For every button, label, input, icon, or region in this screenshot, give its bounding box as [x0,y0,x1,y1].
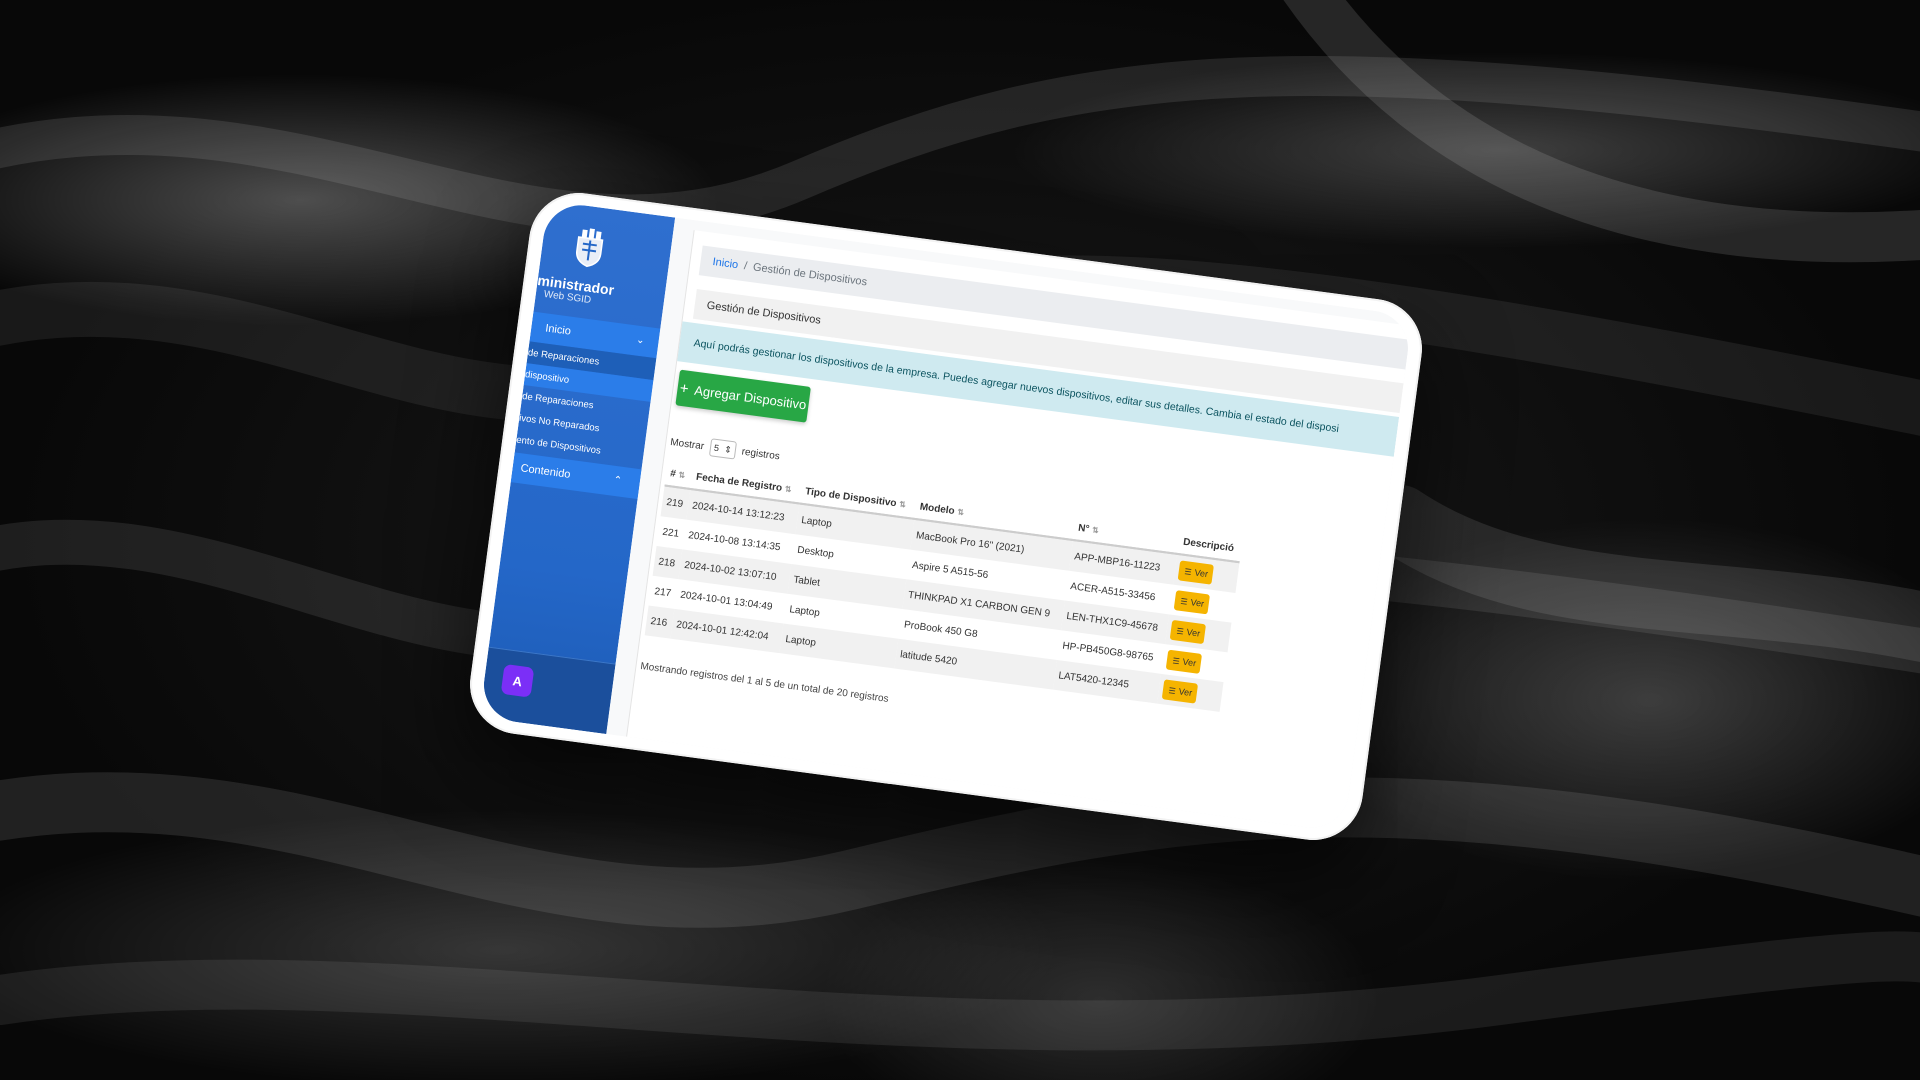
show-label: Mostrar [669,436,705,452]
view-button[interactable]: ☰ Ver [1166,649,1203,674]
plus-icon: + [678,379,690,398]
sidebar-item-label: Contenido [519,462,572,481]
main-content: Inicio / Gestión de Dispositivos Gestión… [606,217,1413,833]
sort-arrows-icon: ⇅ [1091,524,1100,535]
chevron-down-icon: ⌄ [635,334,646,347]
view-button[interactable]: ☰ Ver [1162,679,1199,704]
sort-arrows-icon: ⇅ [784,483,793,494]
content-card: Inicio / Gestión de Dispositivos Gestión… [626,230,1412,833]
view-button[interactable]: ☰ Ver [1178,560,1215,585]
sidebar-item-label: Inicio [544,322,572,338]
select-arrows-icon: ⇕ [723,443,733,455]
coat-of-arms-icon [576,228,604,268]
column-header-id[interactable]: # ⇅ [664,460,694,489]
view-button[interactable]: ☰ Ver [1174,590,1211,615]
page-size-select[interactable]: 5 ⇕ [708,438,737,460]
breadcrumb-separator: / [743,260,748,273]
add-device-label: Agregar Dispositivo [693,382,808,412]
list-icon: ☰ [1183,566,1193,577]
table-summary: Mostrando registros del 1 al 5 de un tot… [639,660,890,705]
list-icon: ☰ [1179,596,1189,607]
sort-arrows-icon: ⇅ [956,507,965,517]
list-icon: ☰ [1168,685,1177,696]
records-label: registros [740,445,781,462]
cell-id: 216 [644,605,675,639]
cell-id: 217 [653,585,672,599]
breadcrumb-home-link[interactable]: Inicio [712,256,739,271]
sort-arrows-icon: ⇅ [677,469,686,480]
page-size-value: 5 [713,442,720,454]
view-button[interactable]: ☰ Ver [1170,619,1207,645]
cell-id: 221 [661,526,680,540]
add-device-button[interactable]: + Agregar Dispositivo [675,369,811,423]
sidebar-footer: A [479,646,616,734]
list-icon: ☰ [1172,655,1181,666]
cell-id: 218 [652,545,683,580]
breadcrumb-current: Gestión de Dispositivos [752,261,868,289]
list-icon: ☰ [1175,626,1185,636]
avatar[interactable]: A [500,663,535,698]
page-size-control: Mostrar 5 ⇕ registros [669,433,781,465]
sort-arrows-icon: ⇅ [898,499,907,510]
chevron-up-icon: ⌃ [612,474,623,487]
tablet-screen: ministrador Web SGID Inicio ⌄ de Reparac… [479,200,1413,833]
